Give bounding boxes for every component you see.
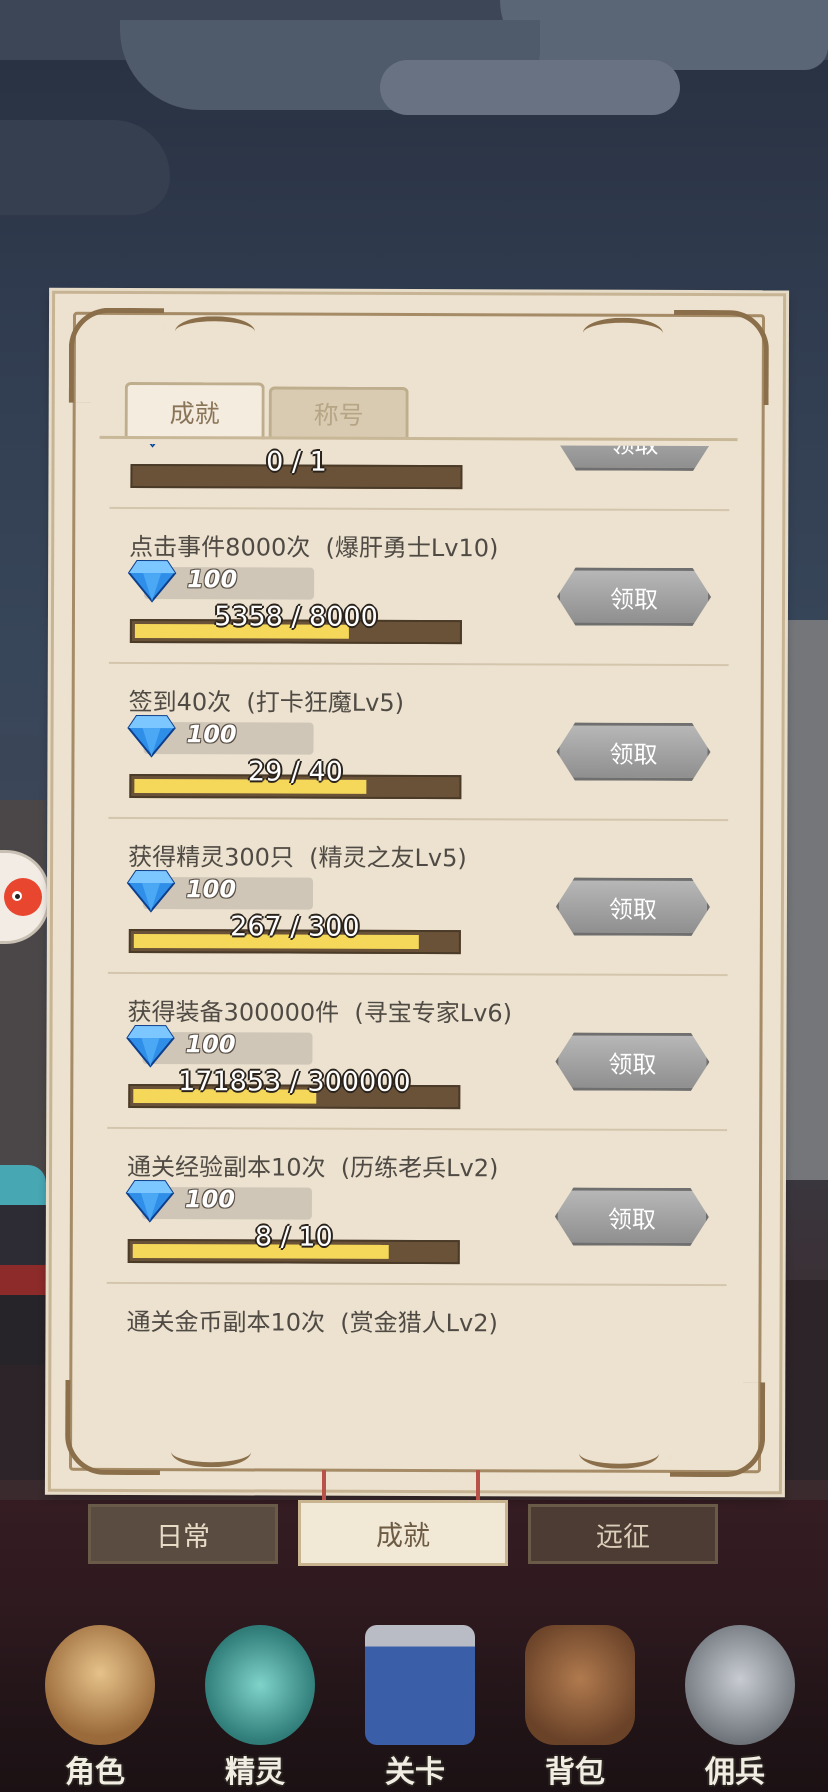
- stone-pillar: [786, 620, 828, 1180]
- list-item: 签到40次 (打卡狂魔Lv5) 100 29 / 40 领取: [108, 664, 729, 822]
- hero-icon: [45, 1625, 155, 1745]
- reward-amount: 100: [185, 1030, 236, 1059]
- diamond-icon: [126, 1025, 175, 1068]
- backpack-icon: [525, 1625, 635, 1745]
- mercenary-icon: [685, 1625, 795, 1745]
- nav-item-stage[interactable]: 关卡: [345, 1615, 485, 1792]
- list-item: 获得装备300000件 (寻宝专家Lv6) 100 171853 / 30000…: [107, 974, 728, 1132]
- ornament-corner: [64, 1379, 161, 1476]
- reward-amount: 100: [187, 565, 238, 594]
- claim-button[interactable]: 领取: [555, 1187, 709, 1246]
- subtab-achievements[interactable]: 成就: [298, 1500, 508, 1566]
- mascot-icon: [4, 878, 42, 916]
- achievement-title: 获得精灵300只 (精灵之友Lv5): [128, 842, 467, 873]
- nav-item-hero[interactable]: 角色: [25, 1615, 165, 1792]
- subtab-expedition[interactable]: 远征: [528, 1504, 718, 1564]
- ornament-corner: [669, 1381, 766, 1478]
- claim-button[interactable]: 领取: [557, 567, 711, 626]
- diamond-icon: [127, 560, 177, 603]
- list-item: 点击事件8000次 (爆肝勇士Lv10) 100 5358 / 8000 领取: [108, 509, 730, 667]
- achievement-title: 获得装备300000件 (寻宝专家Lv6): [127, 997, 513, 1028]
- diamond-icon: [127, 715, 176, 758]
- nav-label: 佣兵: [705, 1755, 765, 1790]
- claim-button[interactable]: 领取: [556, 877, 710, 936]
- ornament-scroll: [578, 1437, 660, 1469]
- list-item: 获得精灵300只 (精灵之友Lv5) 100 267 / 300 领取: [107, 819, 729, 977]
- achievement-title: 签到40次 (打卡狂魔Lv5): [128, 687, 405, 717]
- nav-label: 关卡: [385, 1755, 445, 1790]
- nav-item-backpack[interactable]: 背包: [505, 1615, 645, 1792]
- achievement-title: 点击事件8000次 (爆肝勇士Lv10): [129, 532, 499, 563]
- character-sprite: [0, 1165, 46, 1365]
- ornament-scroll: [174, 316, 256, 348]
- list-item: 100 0 / 1 领取: [109, 443, 730, 512]
- claim-button[interactable]: 领取: [556, 722, 710, 781]
- nav-label: 背包: [545, 1755, 605, 1790]
- achievement-panel: 成就 称号 100 0 / 1 领取 点击事件8000次 (爆肝勇士Lv10): [47, 290, 787, 1495]
- reward-amount: 100: [186, 720, 237, 749]
- achievement-list[interactable]: 100 0 / 1 领取 点击事件8000次 (爆肝勇士Lv10) 100 53…: [106, 443, 730, 1346]
- list-item: 通关金币副本10次 (赏金猎人Lv2): [106, 1284, 726, 1346]
- diamond-icon: [126, 870, 176, 913]
- nav-item-spirit[interactable]: 精灵: [185, 1615, 325, 1792]
- spirit-icon: [205, 1625, 315, 1745]
- stage-icon: [365, 1625, 475, 1745]
- tab-achievements[interactable]: 成就: [124, 381, 265, 440]
- reward-amount: 100: [184, 1185, 236, 1214]
- ornament-corner: [673, 309, 770, 406]
- cloud: [380, 60, 680, 115]
- tab-titles[interactable]: 称号: [268, 386, 409, 438]
- nav-item-mercenary[interactable]: 佣兵: [665, 1615, 805, 1792]
- cloud: [0, 120, 170, 215]
- achievement-title: 通关金币副本10次 (赏金猎人Lv2): [126, 1307, 498, 1338]
- diamond-icon: [125, 1180, 175, 1223]
- claim-button[interactable]: 领取: [555, 1032, 709, 1091]
- progress-text: 29 / 40: [247, 756, 343, 788]
- subtab-daily[interactable]: 日常: [88, 1504, 278, 1564]
- ornament-scroll: [170, 1436, 252, 1468]
- nav-label: 精灵: [225, 1755, 285, 1790]
- claim-button[interactable]: 领取: [557, 444, 711, 471]
- progress-text: 171853 / 300000: [178, 1066, 411, 1098]
- progress-text: 0 / 1: [266, 446, 327, 478]
- list-item: 通关经验副本10次 (历练老兵Lv2) 100 8 / 10 领取: [106, 1129, 728, 1287]
- progress-text: 267 / 300: [230, 911, 360, 943]
- progress-text: 8 / 10: [254, 1221, 333, 1253]
- progress-text: 5358 / 8000: [214, 601, 378, 633]
- ornament-scroll: [582, 317, 664, 349]
- nav-label: 角色: [65, 1755, 125, 1790]
- achievement-title: 通关经验副本10次 (历练老兵Lv2): [126, 1152, 499, 1183]
- reward-amount: 100: [185, 875, 237, 904]
